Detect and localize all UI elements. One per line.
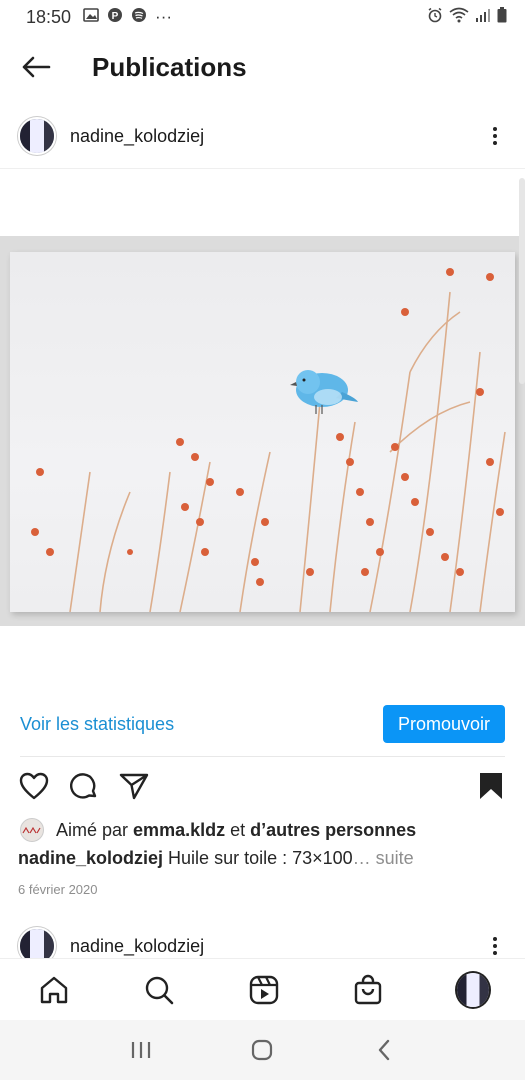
home-icon [40, 976, 68, 1003]
battery-icon [497, 6, 507, 28]
post-image[interactable] [0, 236, 525, 626]
caption-more-link[interactable]: … suite [353, 848, 414, 868]
caption-username[interactable]: nadine_kolodziej [18, 848, 163, 868]
dot [493, 134, 497, 138]
home-system-button[interactable] [242, 1030, 282, 1070]
next-post-username[interactable]: nadine_kolodziej [70, 936, 204, 957]
like-button[interactable] [18, 770, 50, 802]
top-nav-bar: Publications [0, 34, 525, 100]
post-actions [18, 768, 507, 804]
recent-apps-button[interactable] [121, 1030, 161, 1070]
recent-apps-icon [131, 1042, 150, 1058]
post-username[interactable]: nadine_kolodziej [70, 126, 204, 147]
heart-icon [19, 772, 49, 800]
arrow-left-icon [22, 56, 51, 78]
nav-reels-button[interactable] [246, 972, 282, 1008]
nav-shop-button[interactable] [350, 972, 386, 1008]
bottom-nav-bar [0, 958, 525, 1020]
bird-figure [290, 370, 358, 414]
alarm-icon [427, 7, 443, 28]
divider [0, 168, 525, 169]
caption-text: Huile sur toile : 73×100 [168, 848, 353, 868]
system-navigation-bar [0, 1020, 525, 1080]
liker-avatar [20, 818, 44, 842]
home-circle-icon [252, 1039, 273, 1061]
status-bar: 18:50 P ··· [0, 0, 525, 34]
likes-summary[interactable]: Aimé par emma.kldz et d’autres personnes [20, 816, 510, 844]
more-notifications-icon: ··· [155, 7, 173, 26]
svg-text:P: P [112, 11, 119, 22]
dot [493, 937, 497, 941]
post-header: nadine_kolodziej [0, 112, 525, 160]
dot [493, 951, 497, 955]
signal-icon [475, 7, 491, 27]
send-icon [119, 773, 149, 800]
likes-and: et [230, 819, 246, 840]
comment-icon [70, 773, 97, 799]
likes-others-link[interactable]: d’autres personnes [250, 820, 416, 841]
chevron-left-icon [378, 1039, 390, 1061]
more-options-button[interactable] [483, 934, 507, 958]
shopping-bag-icon [355, 974, 382, 1004]
painting-canvas [10, 252, 515, 613]
liked-by-username[interactable]: emma.kldz [133, 820, 225, 841]
dot [493, 944, 497, 948]
bookmark-icon [480, 773, 502, 799]
scrollbar[interactable] [519, 178, 525, 384]
spotify-icon [131, 7, 147, 28]
more-options-button[interactable] [483, 124, 507, 148]
page-title: Publications [92, 51, 247, 82]
dot [493, 127, 497, 131]
reels-icon [249, 975, 278, 1004]
search-icon [145, 976, 174, 1004]
painting-artwork [31, 268, 506, 613]
promote-button[interactable]: Promouvoir [382, 705, 505, 743]
back-system-button[interactable] [364, 1030, 404, 1070]
dot [493, 141, 497, 145]
profile-avatar [455, 970, 491, 1009]
comment-button[interactable] [68, 770, 100, 802]
gallery-icon [83, 7, 99, 27]
insights-row: Voir les statistiques Promouvoir [20, 704, 505, 744]
divider [20, 756, 505, 757]
wifi-icon [449, 7, 469, 28]
post-caption: nadine_kolodziej Huile sur toile : 73×10… [18, 848, 508, 869]
avatar[interactable] [18, 117, 56, 155]
post-date: 6 février 2020 [18, 882, 98, 897]
status-time: 18:50 [26, 6, 72, 27]
save-button[interactable] [475, 770, 507, 802]
nav-search-button[interactable] [141, 972, 177, 1008]
share-button[interactable] [118, 770, 150, 802]
nav-profile-button[interactable] [455, 970, 491, 1009]
likes-prefix: Aimé par [56, 819, 129, 840]
view-insights-link[interactable]: Voir les statistiques [20, 714, 174, 735]
pinterest-icon: P [107, 7, 123, 28]
back-button[interactable] [20, 51, 52, 83]
nav-home-button[interactable] [36, 972, 72, 1008]
